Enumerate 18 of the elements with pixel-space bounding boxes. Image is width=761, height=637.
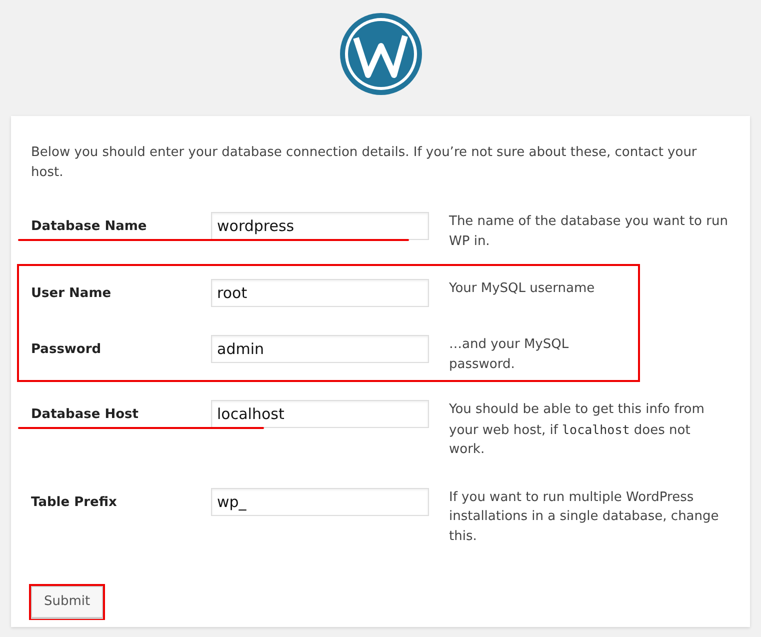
help-text: The name of the database you want to run WP in. [449,213,729,250]
field-label: Database Host [31,406,140,424]
field-label: Password [31,341,102,359]
input-field[interactable]: root [211,279,429,307]
field-label: User Name [31,285,112,303]
help-text: …and your MySQL password. [449,336,570,374]
input-field[interactable]: admin [211,335,429,363]
submit-button[interactable]: Submit [31,586,104,618]
input-field[interactable]: localhost [211,400,429,428]
field-label: Table Prefix [31,494,118,512]
input-field[interactable]: wp_ [211,488,429,516]
help-text: You should be able to get this info from your web host, if localhost does not work. [449,401,706,459]
field-label: Database Name [31,218,148,236]
help-text: Your MySQL username [449,280,596,298]
intro-text: Below you should enter your database connection details. If you’re not sure about these, contact your host. [31,144,698,182]
help-text: If you want to run multiple WordPress installations in a single database, change this. [449,488,720,546]
logo-icon [338,12,422,96]
input-field[interactable]: wordpress [211,212,429,240]
